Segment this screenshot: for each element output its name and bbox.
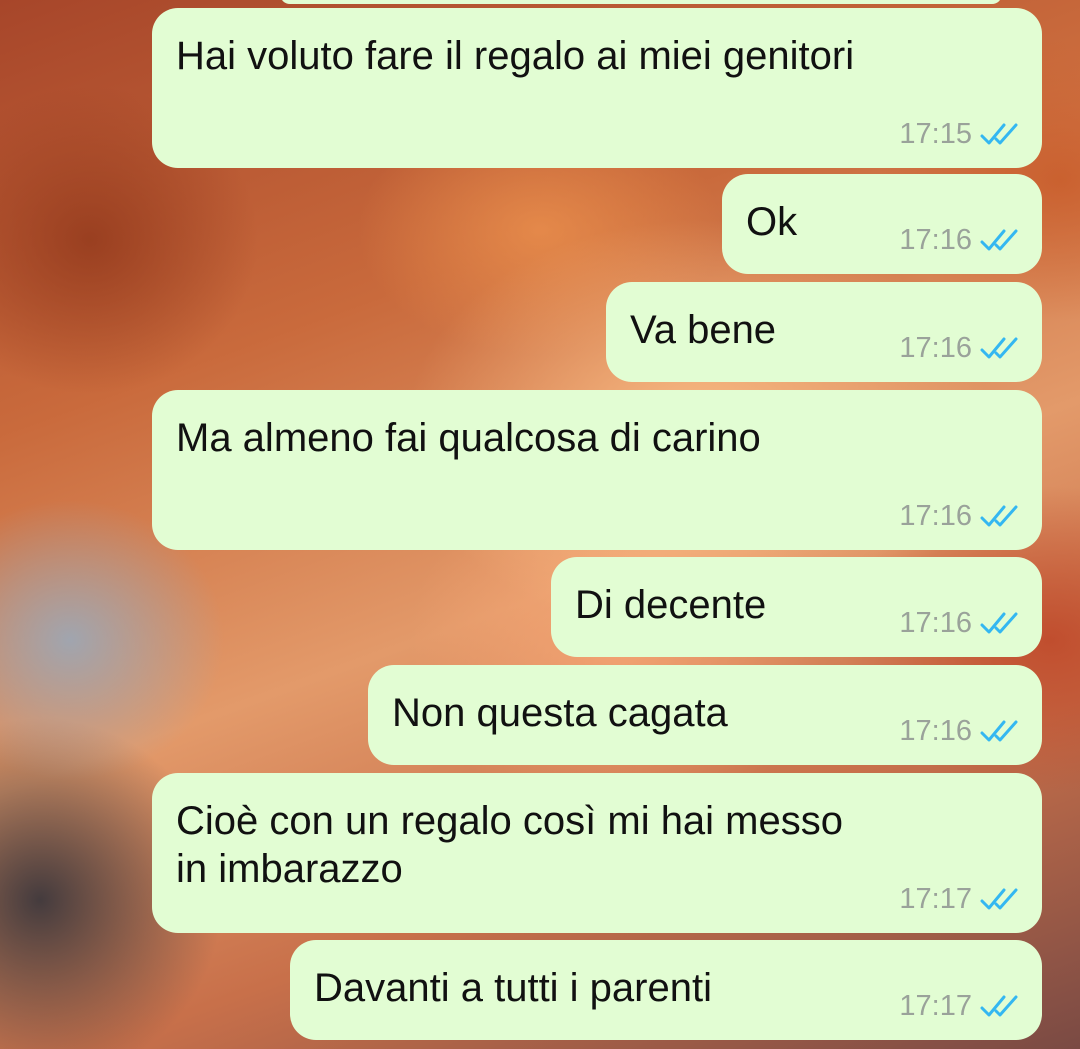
- double-check-read-icon: [980, 505, 1018, 527]
- previous-message-bubble-edge[interactable]: [280, 0, 1002, 4]
- message-bubble[interactable]: Davanti a tutti i parenti 17:17: [290, 940, 1042, 1040]
- message-meta: 17:16: [899, 224, 1020, 256]
- double-check-read-icon: [980, 612, 1018, 634]
- double-check-read-icon: [980, 888, 1018, 910]
- message-meta: 17:16: [899, 332, 1020, 364]
- double-check-read-icon: [980, 337, 1018, 359]
- double-check-read-icon: [980, 720, 1018, 742]
- message-bubble[interactable]: Cioè con un regalo così mi hai messo in …: [152, 773, 1042, 933]
- message-time: 17:17: [899, 990, 972, 1022]
- message-time: 17:16: [899, 500, 972, 532]
- message-text: Ma almeno fai qualcosa di carino: [176, 416, 761, 460]
- message-bubble[interactable]: Non questa cagata 17:16: [368, 665, 1042, 765]
- message-time: 17:16: [899, 224, 972, 256]
- double-check-read-icon: [980, 995, 1018, 1017]
- message-bubble[interactable]: Va bene 17:16: [606, 282, 1042, 382]
- message-bubble[interactable]: Di decente 17:16: [551, 557, 1042, 657]
- message-time: 17:16: [899, 332, 972, 364]
- message-text: Cioè con un regalo così mi hai messo in …: [176, 799, 843, 891]
- message-time: 17:16: [899, 607, 972, 639]
- message-meta: 17:17: [899, 990, 1020, 1022]
- chat-conversation: Hai voluto fare il regalo ai miei genito…: [0, 0, 1080, 1049]
- message-bubble[interactable]: Ma almeno fai qualcosa di carino 17:16: [152, 390, 1042, 550]
- message-text: Davanti a tutti i parenti: [314, 966, 712, 1010]
- message-text: Ok: [746, 200, 798, 244]
- message-meta: 17:16: [899, 607, 1020, 639]
- message-meta: 17:15: [899, 118, 1020, 150]
- double-check-read-icon: [980, 229, 1018, 251]
- message-bubble[interactable]: Ok 17:16: [722, 174, 1042, 274]
- message-text: Va bene: [630, 308, 777, 352]
- message-text: Di decente: [575, 583, 767, 627]
- message-text: Hai voluto fare il regalo ai miei genito…: [176, 34, 855, 78]
- message-time: 17:16: [899, 715, 972, 747]
- message-bubble[interactable]: Hai voluto fare il regalo ai miei genito…: [152, 8, 1042, 168]
- double-check-read-icon: [980, 123, 1018, 145]
- message-meta: 17:16: [899, 715, 1020, 747]
- message-time: 17:15: [899, 118, 972, 150]
- message-time: 17:17: [899, 883, 972, 915]
- message-meta: 17:17: [899, 883, 1020, 915]
- message-text: Non questa cagata: [392, 691, 728, 735]
- message-meta: 17:16: [899, 500, 1020, 532]
